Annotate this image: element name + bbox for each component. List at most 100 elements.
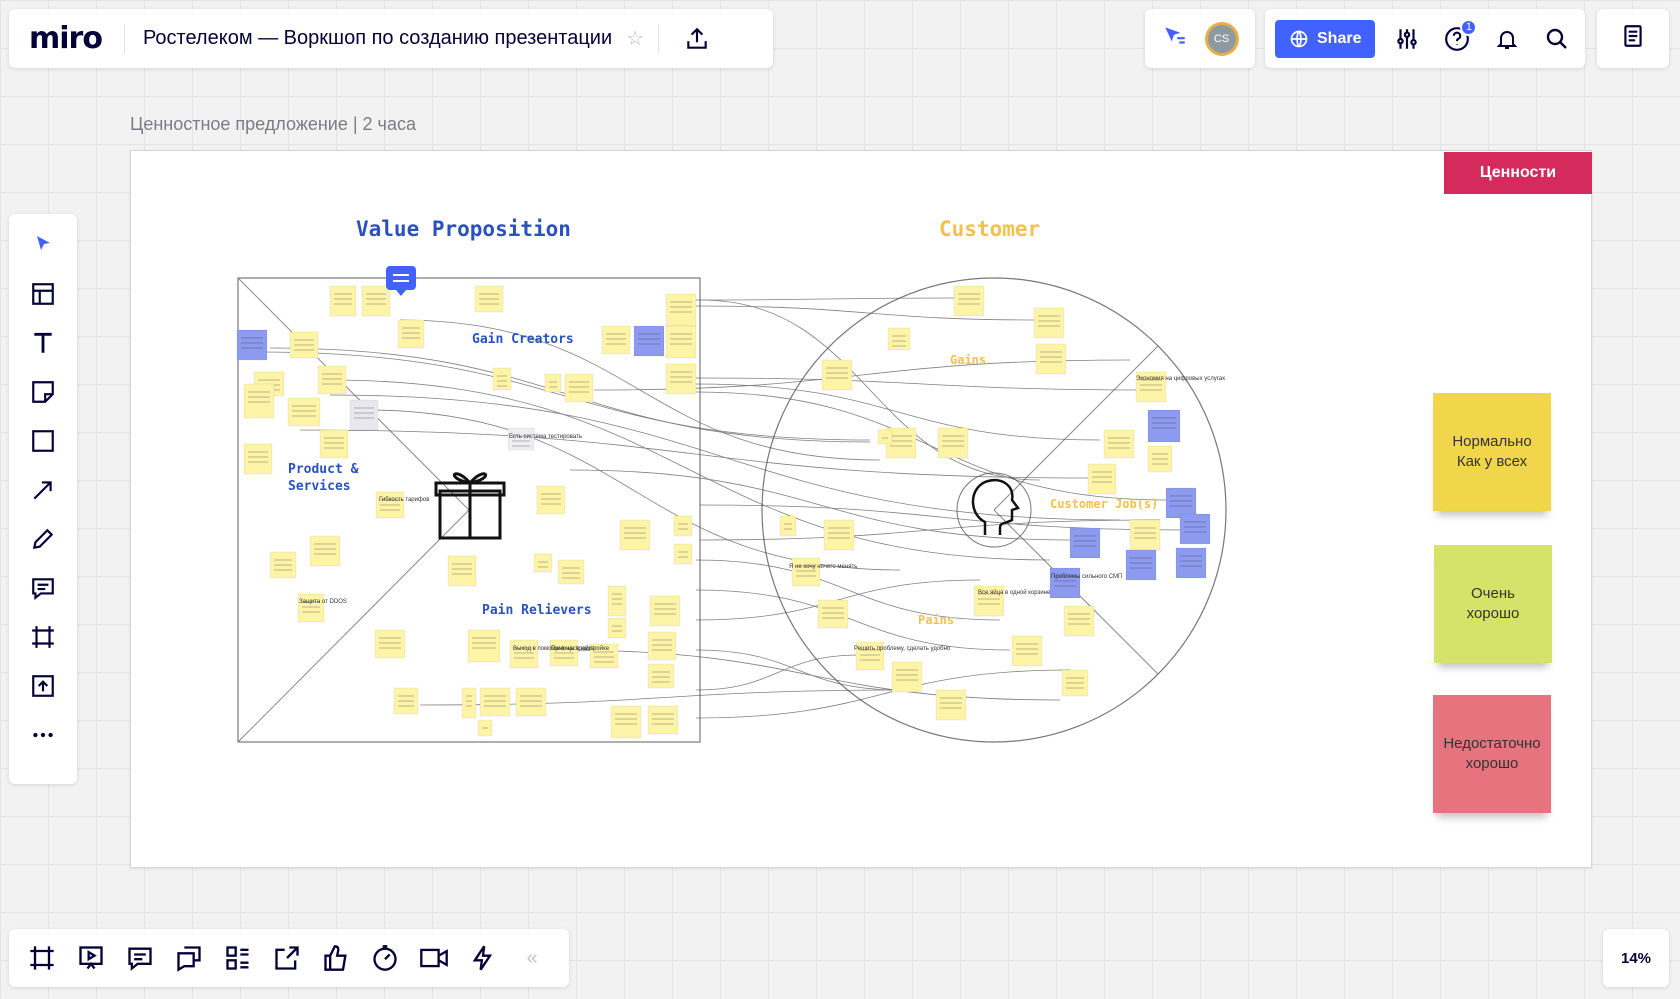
presentation-icon[interactable] [74, 941, 108, 975]
sticky-note[interactable] [779, 515, 797, 537]
sticky-note[interactable] [817, 599, 849, 629]
sticky-note[interactable] [479, 687, 511, 717]
sticky-note[interactable] [319, 429, 349, 459]
sticky-note[interactable] [647, 631, 677, 661]
connector-line[interactable] [299, 429, 1091, 479]
connector-line[interactable] [695, 654, 861, 691]
star-icon[interactable]: ☆ [626, 26, 644, 51]
notifications-icon[interactable] [1489, 21, 1525, 57]
zoom-level[interactable]: 14% [1603, 929, 1669, 987]
activity-icon[interactable] [466, 941, 500, 975]
sticky-note[interactable] [557, 559, 585, 585]
sticky-note[interactable] [1147, 409, 1181, 443]
sticky-note[interactable] [665, 363, 697, 395]
sticky-note[interactable] [533, 553, 553, 573]
sticky-note[interactable] [633, 325, 665, 357]
sticky-note[interactable] [821, 359, 853, 391]
help-icon[interactable]: 1 [1439, 18, 1478, 57]
sticky-note[interactable] [397, 319, 425, 349]
sticky-note[interactable] [673, 543, 693, 565]
sticky-note[interactable] [1063, 605, 1095, 637]
sticky-note[interactable] [329, 285, 357, 317]
sticky-note[interactable] [492, 367, 512, 391]
sticky-note[interactable] [607, 617, 627, 639]
sticky-note[interactable] [601, 325, 631, 355]
connector-line[interactable] [559, 649, 1061, 701]
cards-icon[interactable] [221, 941, 255, 975]
frames-icon[interactable] [25, 941, 59, 975]
sticky-note[interactable] [243, 383, 275, 419]
sticky-note[interactable] [447, 555, 477, 587]
sticky-note[interactable] [1035, 343, 1067, 375]
sticky-note[interactable] [515, 687, 547, 717]
sticky-note[interactable] [877, 429, 893, 445]
sticky-note[interactable] [647, 663, 675, 689]
sticky-note-icon[interactable] [24, 373, 62, 411]
sticky-note[interactable] [1103, 429, 1135, 459]
sticky-note[interactable] [791, 557, 821, 587]
connector-line[interactable] [695, 377, 1151, 391]
sticky-note[interactable] [1125, 549, 1157, 581]
more-icon[interactable] [24, 716, 62, 754]
sticky-note[interactable] [891, 661, 923, 693]
sticky-note[interactable] [665, 325, 697, 359]
export-icon[interactable] [677, 19, 717, 59]
sticky-note[interactable] [544, 373, 562, 393]
sticky-note[interactable] [236, 329, 268, 361]
screen-share-icon[interactable] [172, 941, 206, 975]
sticky-note[interactable] [467, 629, 501, 663]
sticky-note[interactable] [1129, 519, 1161, 551]
sticky-note[interactable] [243, 443, 273, 475]
connector-line[interactable] [695, 297, 955, 301]
sticky-note[interactable] [461, 687, 477, 719]
voting-icon[interactable] [319, 941, 353, 975]
connector-line[interactable] [695, 589, 1011, 651]
templates-icon[interactable] [24, 275, 62, 313]
sticky-note[interactable] [309, 535, 341, 567]
legend-sticky-good[interactable]: Очень хорошо [1434, 545, 1552, 663]
sticky-note[interactable] [649, 595, 681, 627]
comment-icon[interactable] [24, 569, 62, 607]
settings-sliders-icon[interactable] [1389, 21, 1425, 57]
sticky-note[interactable] [1179, 513, 1211, 545]
sticky-note[interactable] [509, 639, 539, 669]
sticky-note[interactable] [374, 629, 406, 659]
sticky-note[interactable] [823, 519, 855, 551]
sticky-note[interactable] [647, 705, 679, 735]
sticky-note[interactable] [665, 293, 697, 327]
miro-logo[interactable]: miro [29, 21, 103, 56]
text-icon[interactable] [24, 324, 62, 362]
sticky-note[interactable] [564, 373, 594, 403]
sticky-note[interactable] [361, 285, 391, 317]
cursor-icon[interactable] [24, 226, 62, 264]
sticky-notes[interactable] [236, 285, 1211, 739]
timer-icon[interactable] [368, 941, 402, 975]
export-icon[interactable] [270, 941, 304, 975]
avatar[interactable]: CS [1204, 21, 1239, 56]
sticky-note[interactable] [935, 689, 967, 721]
share-button[interactable]: Share [1275, 19, 1376, 58]
sticky-note[interactable] [887, 327, 911, 351]
notes-icon[interactable] [1620, 23, 1646, 54]
connector-line[interactable] [699, 299, 1041, 481]
sticky-note[interactable] [349, 399, 379, 431]
upload-icon[interactable] [24, 667, 62, 705]
sticky-note[interactable] [607, 585, 627, 617]
pen-icon[interactable] [24, 520, 62, 558]
frame-icon[interactable] [24, 618, 62, 656]
sticky-note[interactable] [953, 285, 985, 317]
sticky-note[interactable] [536, 485, 566, 515]
shape-icon[interactable] [24, 422, 62, 460]
sticky-note[interactable] [1087, 463, 1117, 495]
search-icon[interactable] [1539, 21, 1575, 57]
sticky-note[interactable] [619, 519, 651, 551]
sticky-note[interactable] [1011, 635, 1043, 667]
board-canvas[interactable]: Value Proposition Customer Gain Creators… [0, 0, 1680, 999]
follow-cursor-icon[interactable] [1162, 23, 1188, 54]
connector-line[interactable] [695, 305, 1041, 321]
legend-sticky-bad[interactable]: Недостаточно хорошо [1433, 695, 1551, 813]
sticky-note[interactable] [1049, 567, 1081, 599]
sticky-note[interactable] [673, 515, 693, 537]
sticky-note[interactable] [317, 365, 347, 395]
sticky-note[interactable] [287, 397, 321, 427]
